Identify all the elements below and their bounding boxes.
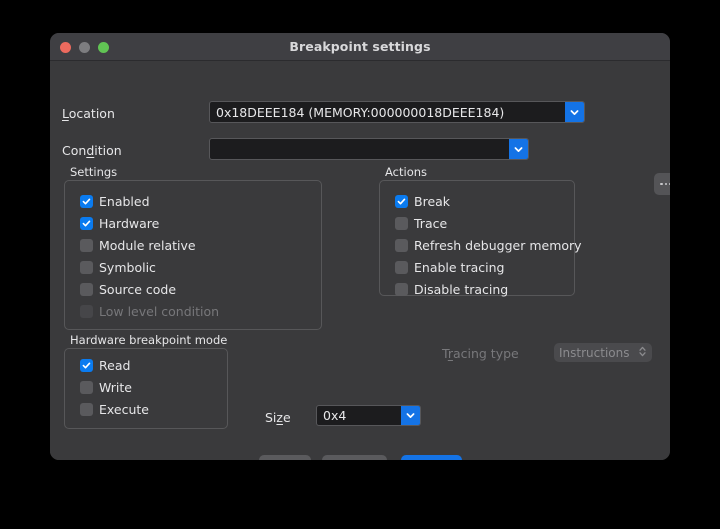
checkbox-label: Low level condition xyxy=(99,304,219,319)
dialog-body: Location 0x18DEEE184 (MEMORY:000000018DE… xyxy=(50,61,670,460)
actions-checkbox-list: Break Trace Refresh debugger memory Enab… xyxy=(395,190,582,300)
checkbox-label: Break xyxy=(414,194,450,209)
close-button-icon[interactable] xyxy=(60,42,71,53)
checkbox-icon-unchecked[interactable] xyxy=(395,261,408,274)
checkbox-label: Enable tracing xyxy=(414,260,504,275)
checkbox-icon-unchecked[interactable] xyxy=(80,381,93,394)
checkbox-label: Source code xyxy=(99,282,176,297)
actions-group: Actions Break Trace Refresh debugger mem… xyxy=(379,166,575,296)
ok-button[interactable]: OK xyxy=(401,455,462,460)
checkbox-label: Symbolic xyxy=(99,260,156,275)
checkbox-label: Disable tracing xyxy=(414,282,508,297)
window-title: Breakpoint settings xyxy=(50,39,670,54)
checkbox-enabled[interactable]: Enabled xyxy=(80,190,219,212)
maximize-button-icon[interactable] xyxy=(98,42,109,53)
actions-group-title: Actions xyxy=(385,166,427,179)
checkbox-source-code[interactable]: Source code xyxy=(80,278,219,300)
checkbox-icon-unchecked[interactable] xyxy=(80,261,93,274)
condition-combobox[interactable] xyxy=(209,138,529,160)
condition-chevron-down-icon[interactable] xyxy=(509,139,528,159)
checkbox-icon-unchecked-disabled xyxy=(80,305,93,318)
window-controls xyxy=(60,33,109,61)
checkbox-low-level-condition: Low level condition xyxy=(80,300,219,322)
condition-input[interactable] xyxy=(210,139,509,159)
hardware-breakpoint-mode-group: Hardware breakpoint mode Read Write Exec… xyxy=(64,334,228,429)
tracing-type-label: Tracing type xyxy=(442,346,519,361)
checkbox-icon-checked[interactable] xyxy=(80,195,93,208)
size-chevron-down-icon[interactable] xyxy=(401,406,420,425)
size-input[interactable]: 0x4 xyxy=(317,406,401,425)
cancel-button[interactable]: Cancel xyxy=(322,455,387,460)
checkbox-icon-unchecked[interactable] xyxy=(80,239,93,252)
checkbox-execute[interactable]: Execute xyxy=(80,398,149,420)
checkbox-icon-checked[interactable] xyxy=(80,217,93,230)
checkbox-label: Write xyxy=(99,380,132,395)
tracing-type-value: Instructions xyxy=(559,346,638,360)
checkbox-icon-checked[interactable] xyxy=(395,195,408,208)
checkbox-icon-checked[interactable] xyxy=(80,359,93,372)
checkbox-refresh-debugger-memory[interactable]: Refresh debugger memory xyxy=(395,234,582,256)
tracing-type-select: Instructions xyxy=(554,343,652,362)
checkbox-trace[interactable]: Trace xyxy=(395,212,582,234)
location-combobox[interactable]: 0x18DEEE184 (MEMORY:000000018DEEE184) xyxy=(209,101,585,123)
checkbox-read[interactable]: Read xyxy=(80,354,149,376)
checkbox-module-relative[interactable]: Module relative xyxy=(80,234,219,256)
minimize-button-icon[interactable] xyxy=(79,42,90,53)
checkbox-icon-unchecked[interactable] xyxy=(395,217,408,230)
location-chevron-down-icon[interactable] xyxy=(565,102,584,122)
checkbox-enable-tracing[interactable]: Enable tracing xyxy=(395,256,582,278)
location-input[interactable]: 0x18DEEE184 (MEMORY:000000018DEEE184) xyxy=(210,102,565,122)
hardware-mode-checkbox-list: Read Write Execute xyxy=(80,354,149,420)
breakpoint-settings-dialog: Breakpoint settings Location 0x18DEEE184… xyxy=(50,33,670,460)
checkbox-icon-unchecked[interactable] xyxy=(395,283,408,296)
settings-group: Settings Enabled Hardware Module relativ… xyxy=(64,166,322,330)
checkbox-write[interactable]: Write xyxy=(80,376,149,398)
checkbox-label: Module relative xyxy=(99,238,196,253)
settings-checkbox-list: Enabled Hardware Module relative Symboli… xyxy=(80,190,219,322)
chevron-up-down-icon xyxy=(638,343,647,362)
checkbox-label: Enabled xyxy=(99,194,150,209)
hardware-breakpoint-mode-title: Hardware breakpoint mode xyxy=(70,334,227,347)
checkbox-label: Execute xyxy=(99,402,149,417)
window-titlebar: Breakpoint settings xyxy=(50,33,670,61)
checkbox-icon-unchecked[interactable] xyxy=(395,239,408,252)
ellipsis-dot xyxy=(665,183,668,186)
ellipsis-dot xyxy=(660,183,663,186)
checkbox-symbolic[interactable]: Symbolic xyxy=(80,256,219,278)
settings-group-title: Settings xyxy=(70,166,117,179)
checkbox-hardware[interactable]: Hardware xyxy=(80,212,219,234)
help-button[interactable]: Help xyxy=(259,455,311,460)
condition-browse-button[interactable] xyxy=(654,173,670,195)
checkbox-disable-tracing[interactable]: Disable tracing xyxy=(395,278,582,300)
checkbox-label: Read xyxy=(99,358,130,373)
location-label: Location xyxy=(62,106,115,121)
size-label: Size xyxy=(265,410,291,425)
checkbox-label: Refresh debugger memory xyxy=(414,238,582,253)
checkbox-break[interactable]: Break xyxy=(395,190,582,212)
size-combobox[interactable]: 0x4 xyxy=(316,405,421,426)
checkbox-label: Trace xyxy=(414,216,447,231)
checkbox-icon-unchecked[interactable] xyxy=(80,283,93,296)
checkbox-icon-unchecked[interactable] xyxy=(80,403,93,416)
condition-label: Condition xyxy=(62,143,122,158)
ellipsis-dot xyxy=(669,183,670,186)
checkbox-label: Hardware xyxy=(99,216,159,231)
